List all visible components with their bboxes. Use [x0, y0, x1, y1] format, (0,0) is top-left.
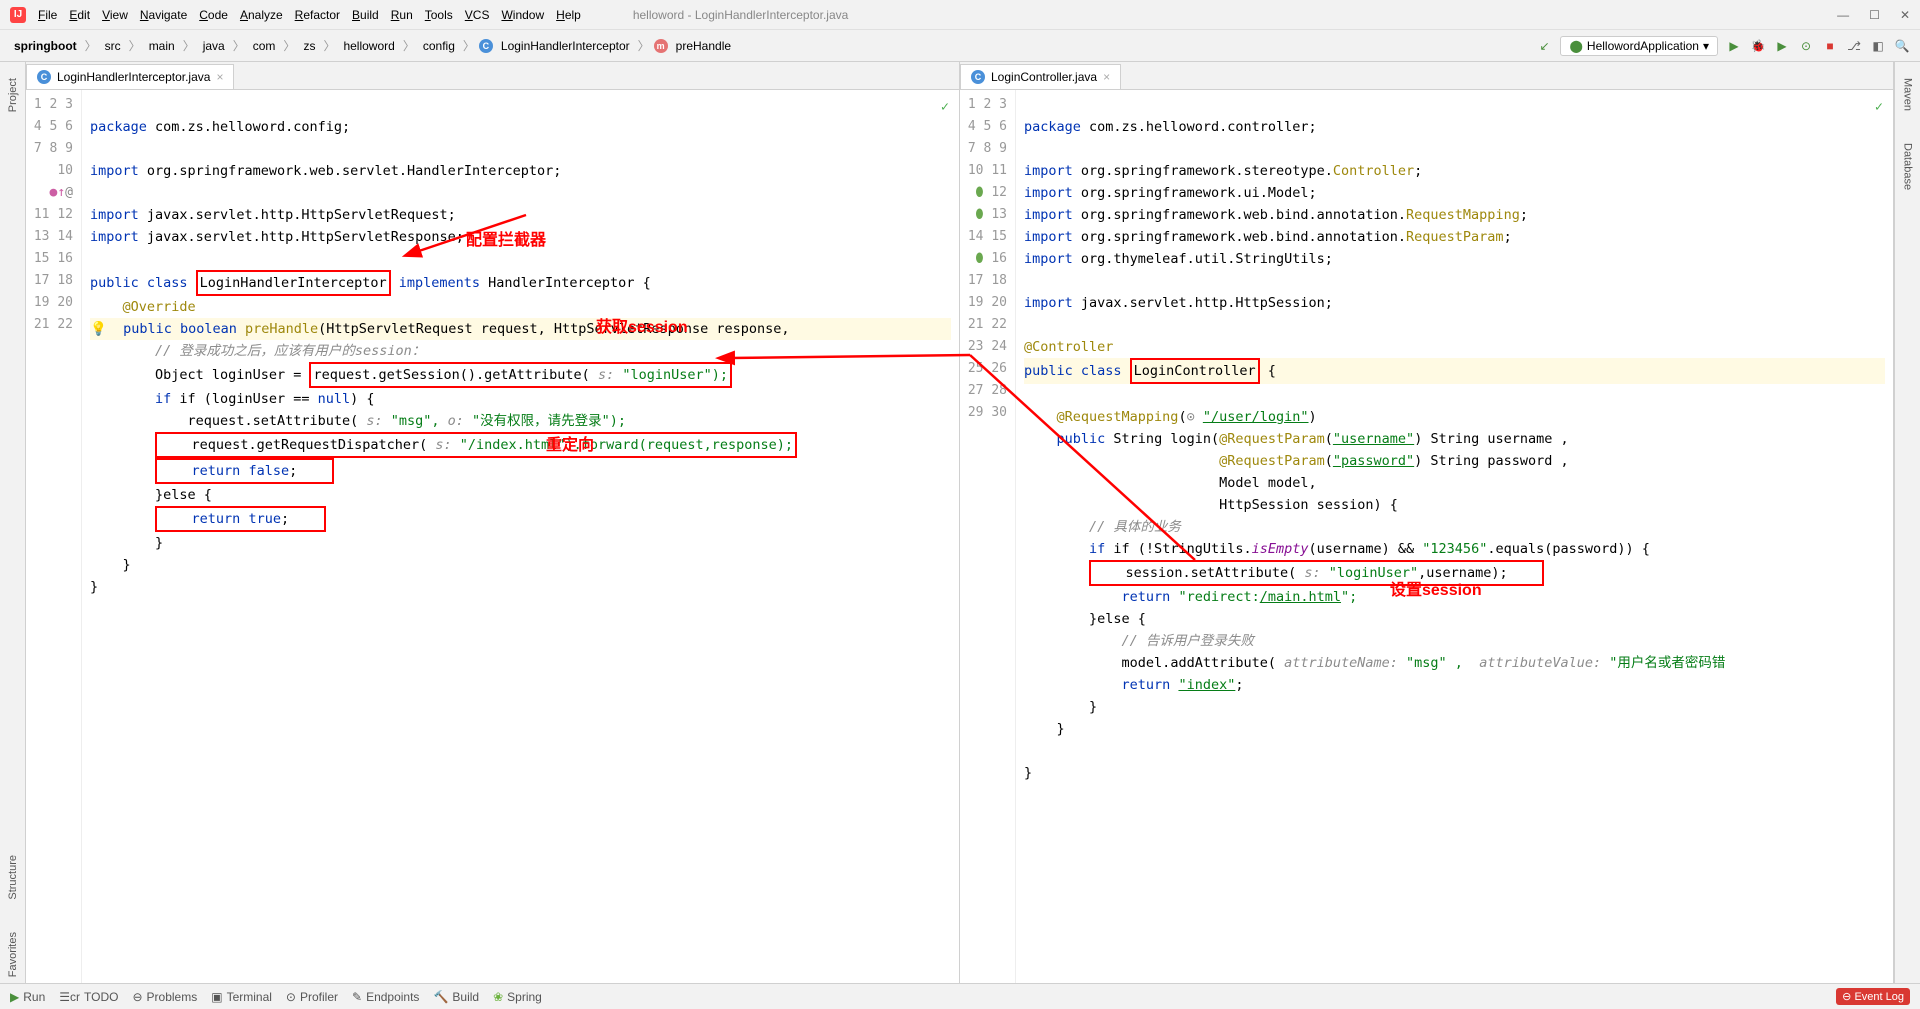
run-icon[interactable]: ▶: [1726, 38, 1742, 54]
annotation-cfg-interceptor: 配置拦截器: [466, 230, 546, 252]
sb-build[interactable]: 🔨Build: [433, 990, 479, 1004]
gutter-left[interactable]: 1 2 3 4 5 6 7 8 9 10 ●↑@ 11 12 13 14 15 …: [26, 90, 82, 983]
breadcrumb: springboot〉 src〉 main〉 java〉 com〉 zs〉 he…: [10, 37, 735, 55]
close-tab-icon[interactable]: ×: [216, 70, 223, 84]
tab-label: LoginController.java: [991, 70, 1097, 84]
class-icon: C: [479, 39, 493, 53]
sb-event-log[interactable]: ⊖ Event Log: [1836, 988, 1910, 1005]
menubar: IJ File Edit View Navigate Code Analyze …: [0, 0, 1920, 30]
bc-zs[interactable]: zs: [299, 37, 319, 55]
menu-tools[interactable]: Tools: [425, 8, 453, 22]
highlight-controller-name: LoginController: [1130, 358, 1260, 384]
menu-code[interactable]: Code: [199, 8, 228, 22]
bc-com[interactable]: com: [249, 37, 280, 55]
tab-label: LoginHandlerInterceptor.java: [57, 70, 210, 84]
menu-file[interactable]: File: [38, 8, 57, 22]
left-sidebar: Project Structure Favorites: [0, 62, 26, 983]
tab-login-interceptor[interactable]: C LoginHandlerInterceptor.java ×: [26, 64, 234, 89]
sb-terminal[interactable]: ▣Terminal: [211, 990, 272, 1004]
highlight-class-name: LoginHandlerInterceptor: [196, 270, 391, 296]
search-icon[interactable]: 🔍: [1894, 38, 1910, 54]
menu-edit[interactable]: Edit: [69, 8, 90, 22]
class-icon: C: [37, 70, 51, 84]
highlight-dispatcher: request.getRequestDispatcher( s: "/index…: [155, 432, 797, 458]
editor-left: C LoginHandlerInterceptor.java × 1 2 3 4…: [26, 62, 960, 983]
close-icon[interactable]: ✕: [1900, 8, 1910, 22]
bc-root[interactable]: springboot: [10, 37, 81, 55]
highlight-return-false: return false;: [155, 458, 334, 484]
sb-todo[interactable]: ☰crTODO: [59, 990, 118, 1004]
profile-icon[interactable]: ⊙: [1798, 38, 1814, 54]
main-area: Project Structure Favorites C LoginHandl…: [0, 62, 1920, 983]
run-config-name: HellowordApplication: [1587, 39, 1699, 53]
bc-method[interactable]: preHandle: [672, 37, 735, 55]
statusbar: ▶Run ☰crTODO ⊖Problems ▣Terminal ⊙Profil…: [0, 983, 1920, 1009]
bc-src[interactable]: src: [101, 37, 125, 55]
menu-run[interactable]: Run: [391, 8, 413, 22]
chevron-down-icon: ▾: [1703, 39, 1709, 53]
close-tab-icon[interactable]: ×: [1103, 70, 1110, 84]
sidebar-database[interactable]: Database: [1900, 137, 1916, 196]
highlight-get-session: request.getSession().getAttribute( s: "l…: [309, 362, 732, 388]
menu-view[interactable]: View: [102, 8, 128, 22]
right-sidebar: Maven Database: [1894, 62, 1920, 983]
vcs-icon[interactable]: ⎇: [1846, 38, 1862, 54]
gutter-right[interactable]: 1 2 3 4 5 6 7 8 9 10 11 ⬮ 12 ⬮ 13 14 15 …: [960, 90, 1016, 983]
window-title: helloword - LoginHandlerInterceptor.java: [633, 8, 848, 22]
sb-profiler[interactable]: ⊙Profiler: [286, 990, 338, 1004]
maximize-icon[interactable]: ☐: [1869, 8, 1880, 22]
menu-help[interactable]: Help: [556, 8, 581, 22]
structure-icon[interactable]: ◧: [1870, 38, 1886, 54]
run-config-selector[interactable]: ⬤ HellowordApplication ▾: [1560, 36, 1718, 56]
method-icon: m: [654, 39, 668, 53]
editor-tabs-left: C LoginHandlerInterceptor.java ×: [26, 62, 959, 90]
sidebar-favorites[interactable]: Favorites: [5, 926, 21, 983]
debug-icon[interactable]: 🐞: [1750, 38, 1766, 54]
bc-class[interactable]: LoginHandlerInterceptor: [497, 37, 634, 55]
bc-main[interactable]: main: [145, 37, 179, 55]
code-right[interactable]: ✓package com.zs.helloword.controller; im…: [1016, 90, 1893, 983]
editor-right: C LoginController.java × 1 2 3 4 5 6 7 8…: [960, 62, 1894, 983]
app-logo-icon: IJ: [10, 7, 26, 23]
menu-refactor[interactable]: Refactor: [295, 8, 340, 22]
annotation-set-session: 设置session: [1390, 580, 1482, 602]
menu-navigate[interactable]: Navigate: [140, 8, 187, 22]
minimize-icon[interactable]: —: [1837, 8, 1849, 22]
toolbar: springboot〉 src〉 main〉 java〉 com〉 zs〉 he…: [0, 30, 1920, 62]
sidebar-project[interactable]: Project: [5, 72, 21, 118]
class-icon: C: [971, 70, 985, 84]
coverage-icon[interactable]: ▶: [1774, 38, 1790, 54]
menu-build[interactable]: Build: [352, 8, 379, 22]
code-left[interactable]: ✓package com.zs.helloword.config; import…: [82, 90, 959, 983]
check-icon: ✓: [1875, 96, 1883, 118]
bc-helloword[interactable]: helloword: [339, 37, 398, 55]
sb-endpoints[interactable]: ✎Endpoints: [352, 990, 419, 1004]
sb-run[interactable]: ▶Run: [10, 990, 45, 1004]
annotation-redirect: 重定向: [546, 435, 594, 457]
annotation-get-session: 获取session: [596, 317, 688, 339]
highlight-return-true: return true;: [155, 506, 326, 532]
bc-java[interactable]: java: [199, 37, 229, 55]
menu-vcs[interactable]: VCS: [465, 8, 490, 22]
sidebar-maven[interactable]: Maven: [1900, 72, 1916, 117]
sb-spring[interactable]: ❀Spring: [493, 990, 542, 1004]
sidebar-structure[interactable]: Structure: [5, 849, 21, 906]
editor-tabs-right: C LoginController.java ×: [960, 62, 1893, 90]
sb-problems[interactable]: ⊖Problems: [132, 990, 197, 1004]
build-icon[interactable]: ↙: [1536, 38, 1552, 54]
menu-analyze[interactable]: Analyze: [240, 8, 283, 22]
menu-window[interactable]: Window: [501, 8, 544, 22]
check-icon: ✓: [941, 96, 949, 118]
bc-config[interactable]: config: [419, 37, 459, 55]
tab-login-controller[interactable]: C LoginController.java ×: [960, 64, 1121, 89]
stop-icon[interactable]: ■: [1822, 38, 1838, 54]
